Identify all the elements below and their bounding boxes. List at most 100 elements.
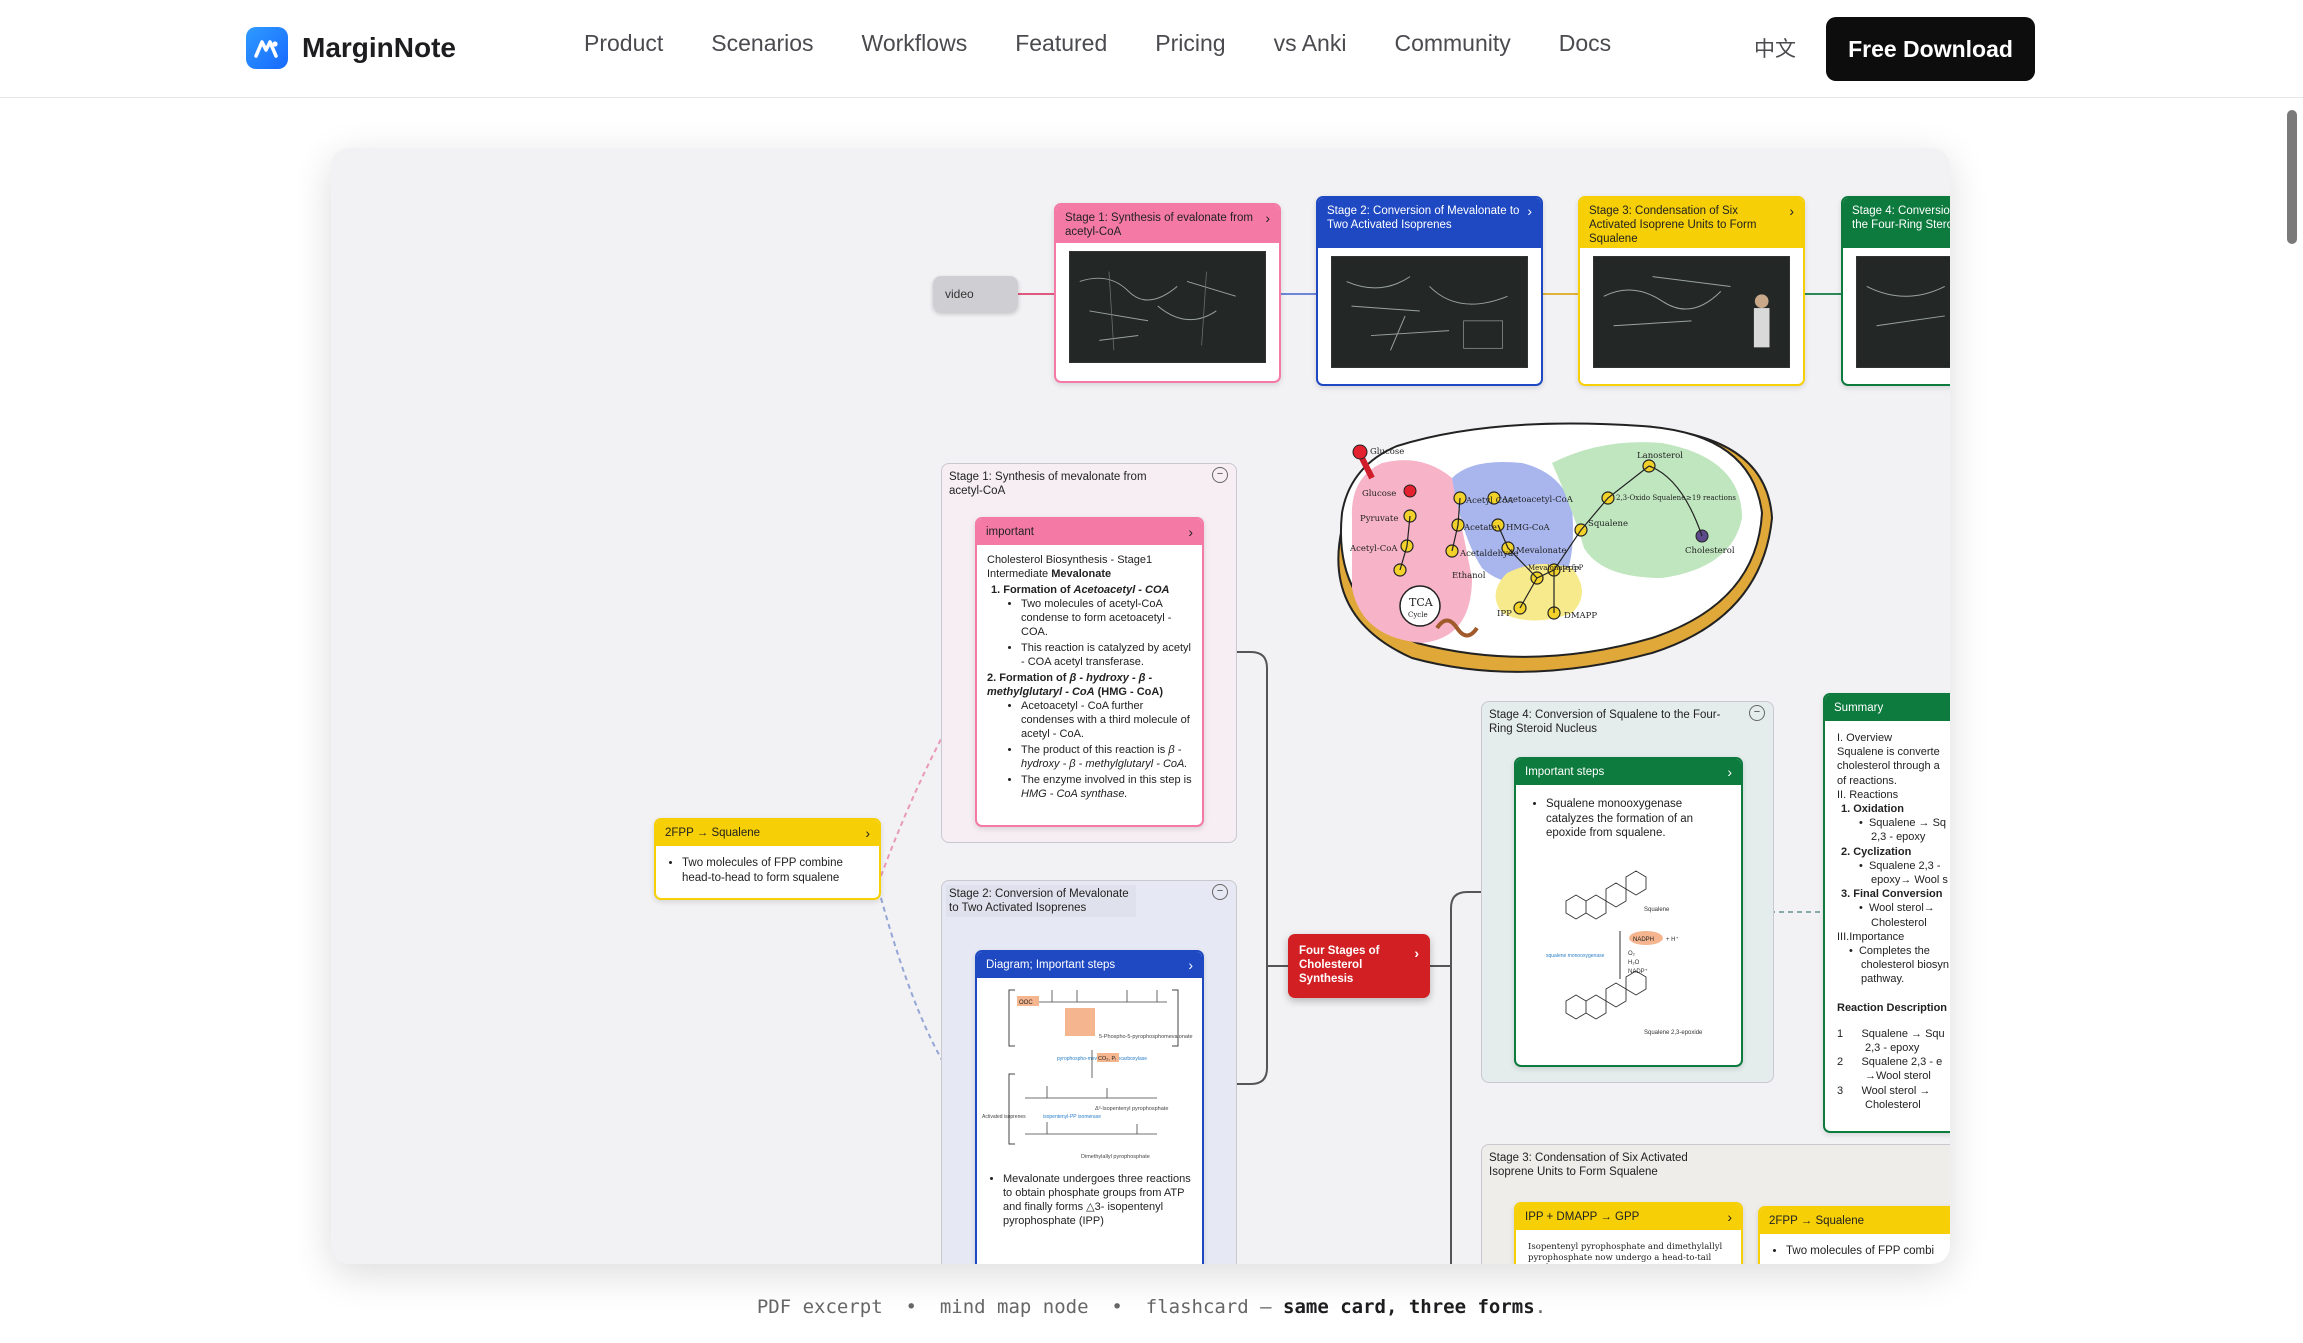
video-card-title: Stage 2: Conversion of Mevalonate to Two… [1327, 205, 1520, 231]
chem-label: Dimethylallyl pyrophosphate [1081, 1154, 1150, 1160]
nav-link-product[interactable]: Product [584, 30, 663, 57]
chevron-right-icon[interactable]: › [865, 826, 870, 840]
chevron-right-icon[interactable]: › [1789, 204, 1794, 218]
chevron-right-icon[interactable]: › [1527, 204, 1532, 218]
mind-map-demo: video Stage 1: Synthesis of evalonate fr… [331, 148, 1950, 1264]
stage-4-important-card[interactable]: Important steps › Squalene monooxygenase… [1514, 757, 1743, 1067]
chevron-right-icon[interactable]: › [1414, 946, 1419, 960]
video-node[interactable]: video [933, 276, 1018, 312]
chevron-right-icon[interactable]: › [1727, 765, 1732, 779]
summary-bullet-cont: Cholesterol [1871, 916, 1927, 929]
lecture-video-thumbnail[interactable] [1331, 256, 1528, 368]
collapse-icon[interactable]: − [1212, 467, 1228, 483]
ipp-dmapp-card[interactable]: IPP + DMAPP → GPP › Isopentenyl pyrophos… [1514, 1202, 1743, 1264]
chem-label: O₂ [1628, 951, 1636, 957]
stage-2-diagram-card[interactable]: Diagram; Important steps › OOC 5-Phospho… [975, 950, 1204, 1264]
stage-1-important-card[interactable]: important › Cholesterol Biosynthesis - S… [975, 517, 1204, 827]
free-download-button[interactable]: Free Download [1826, 17, 2035, 81]
card-title: Important steps [1525, 766, 1605, 778]
metab-label: Mevalonate [1516, 546, 1566, 556]
metab-label: Pyruvate [1360, 514, 1398, 524]
step-1: 1. Formation of Acetoacetyl - COA [991, 584, 1170, 596]
nav-link-scenarios[interactable]: Scenarios [711, 30, 813, 57]
fpp-squalene-card[interactable]: 2FPP → Squalene › Two molecules of FPP c… [654, 818, 881, 900]
list-item: Two molecules of acetyl-CoA condense to … [1021, 597, 1192, 639]
summary-card[interactable]: Summary I. Overview Squalene is converte… [1823, 693, 1950, 1133]
scrollbar-thumb[interactable] [2287, 110, 2297, 244]
chevron-right-icon[interactable]: › [1188, 525, 1193, 539]
top-nav: MarginNote Product Scenarios Workflows F… [0, 0, 2303, 98]
nav-link-workflows[interactable]: Workflows [862, 30, 968, 57]
metab-label: TCA [1409, 596, 1434, 609]
list-item: Squalene monooxygenase catalyzes the for… [1546, 797, 1719, 841]
chem-label: NADP⁺ [1628, 968, 1648, 975]
chevron-right-icon[interactable]: › [1188, 958, 1193, 972]
caption-period: . [1534, 1296, 1547, 1318]
collapse-icon[interactable]: − [1749, 705, 1765, 721]
video-card-stage-2[interactable]: Stage 2: Conversion of Mevalonate to Two… [1316, 196, 1543, 386]
video-card-stage-3[interactable]: Stage 3: Condensation of Six Activated I… [1578, 196, 1805, 386]
video-card-stage-1[interactable]: Stage 1: Synthesis of evalonate from ace… [1054, 203, 1281, 383]
brand-logo[interactable]: MarginNote [246, 27, 456, 69]
chem-label: CO₂, Pᵢ [1098, 1056, 1116, 1062]
caption-emphasis: same card, three forms [1283, 1296, 1535, 1318]
summary-row: 3 Wool sterol → [1837, 1084, 1931, 1097]
nav-link-community[interactable]: Community [1394, 30, 1510, 57]
chem-label: Activated isoprenes [982, 1114, 1026, 1120]
central-topic-label: Four Stages of Cholesterol Synthesis [1299, 945, 1380, 985]
metab-label: FPP [1562, 565, 1580, 575]
list-item: The product of this reaction is β - hydr… [1021, 743, 1192, 771]
chem-label: + H⁺ [1666, 936, 1679, 943]
marginnote-logo-icon [246, 27, 288, 69]
summary-line: III.Importance [1837, 930, 1905, 943]
card-title: Summary [1834, 702, 1884, 714]
summary-bullet: • Squalene 2,3 - [1859, 859, 1941, 872]
group-title: Stage 2: Conversion of Mevalonate to Two… [946, 885, 1136, 917]
card-title: 2FPP → Squalene [1769, 1215, 1865, 1227]
video-card-title: Stage 3: Condensation of Six Activated I… [1589, 205, 1757, 245]
metab-label: Acetoacetyl-CoA [1501, 495, 1574, 505]
nav-link-featured[interactable]: Featured [1015, 30, 1107, 57]
chem-label: NADPH [1633, 937, 1654, 943]
list-item: Two molecules of FPP combi [1786, 1244, 1950, 1259]
lecture-video-thumbnail[interactable] [1593, 256, 1790, 368]
lecture-video-thumbnail[interactable] [1069, 251, 1266, 363]
summary-step: 3. Final Conversion [1841, 888, 1943, 901]
metab-label: Glucose [1370, 447, 1404, 457]
collapse-icon[interactable]: − [1212, 884, 1228, 900]
scrollbar-track[interactable] [2286, 108, 2298, 1333]
summary-row-cont: Cholesterol [1865, 1098, 1921, 1111]
chevron-right-icon[interactable]: › [1727, 1210, 1732, 1224]
summary-bullet: • Completes the [1849, 945, 1930, 958]
video-card-stage-4[interactable]: Stage 4: Conversion of Squalene to the F… [1841, 196, 1950, 386]
squalene-epoxide-diagram: Squalene NADPH + H⁺ O₂ H₂O NADP⁺ squalen… [1546, 869, 1703, 1036]
metab-label: Acetaldehyde [1459, 549, 1518, 559]
caption-text: PDF excerpt • mind map node • flashcard … [756, 1296, 1284, 1318]
card-title: Diagram; Important steps [986, 959, 1116, 971]
nav-link-pricing[interactable]: Pricing [1155, 30, 1225, 57]
card-title: 2FPP → Squalene [665, 827, 761, 839]
metab-label: Acetate [1463, 523, 1497, 533]
nav-link-vs-anki[interactable]: vs Anki [1274, 30, 1347, 57]
summary-bullet-cont: 2,3 - epoxy [1871, 831, 1926, 844]
chem-label: H₂O [1628, 960, 1640, 966]
lecture-video-thumbnail[interactable] [1856, 256, 1950, 368]
list-item: This reaction is catalyzed by acetyl - C… [1021, 641, 1192, 669]
chem-label: 5-Phospho-5-pyrophosphomevalonate [1099, 1034, 1193, 1040]
nav-link-docs[interactable]: Docs [1559, 30, 1611, 57]
list-item: Acetoacetyl - CoA further condenses with… [1021, 699, 1192, 741]
group-title: Stage 1: Synthesis of mevalonate from ac… [949, 471, 1147, 497]
cholesterol-pathway-illustration[interactable]: Glucose Glucose Pyruvate Acetyl-CoA Acet… [1322, 418, 1774, 676]
summary-row: 2 Squalene 2,3 - e [1837, 1056, 1943, 1069]
chevron-right-icon[interactable]: › [1265, 211, 1270, 225]
central-topic-node[interactable]: Four Stages of Cholesterol Synthesis › [1288, 934, 1430, 998]
brand-name: MarginNote [302, 32, 456, 63]
language-switch[interactable]: 中文 [1754, 33, 1796, 63]
summary-bullet-cont: pathway. [1861, 973, 1905, 986]
card-title: important [986, 526, 1034, 538]
fpp-squalene-card-2[interactable]: 2FPP → Squalene Two molecules of FPP com… [1758, 1206, 1950, 1264]
chem-label: Squalene 2,3-epoxide [1644, 1030, 1703, 1036]
summary-row: 1 Squalene → Squ [1837, 1027, 1945, 1040]
metab-label: Ethanol [1452, 571, 1486, 581]
metab-label: Acetyl-CoA [1349, 544, 1398, 554]
